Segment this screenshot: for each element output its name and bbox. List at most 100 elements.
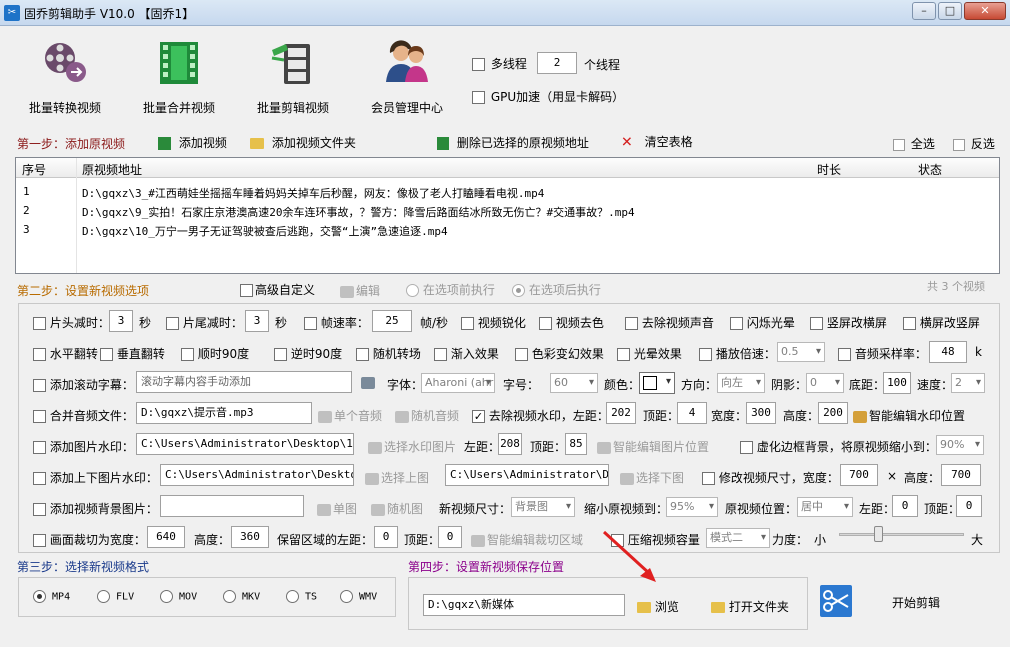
format-radio-mov[interactable]: MOV [160,590,197,603]
bg-img-checkbox[interactable]: 添加视频背景图片： [33,500,158,517]
remove-watermark-checkbox[interactable]: ✓ 去除视频水印，左距： [472,407,609,424]
wm-left-input[interactable]: 202 [606,402,636,424]
choose-bottom-button[interactable]: 选择下图 [620,469,684,486]
batch-convert-button[interactable]: 批量转换视频 [10,38,120,118]
color-change-checkbox[interactable]: 色彩变幻效果 [515,345,604,362]
img-top-input[interactable]: 85 [565,433,587,455]
merge-audio-checkbox[interactable]: 合并音频文件： [33,407,134,424]
color-picker[interactable]: ▾ [639,372,675,394]
maximize-button[interactable]: □ [938,2,962,20]
speed-checkbox[interactable]: 播放倍速： [699,345,776,362]
head-cut-checkbox[interactable]: 片头减时： [33,314,110,331]
choose-top-button[interactable]: 选择上图 [365,469,429,486]
blur-border-checkbox[interactable]: 虚化边框背景，将原视频缩小到： [740,438,937,455]
speed-select[interactable]: 0.5 [777,342,825,362]
sample-rate-checkbox[interactable]: 音频采样率： [838,345,927,362]
resize-height-input[interactable]: 700 [941,464,981,486]
sample-rate-input[interactable]: 48 [929,341,967,363]
sharpen-checkbox[interactable]: 视频锐化 [461,314,526,331]
batch-edit-button[interactable]: 批量剪辑视频 [238,38,348,118]
choose-wm-img-button[interactable]: 选择水印图片 [368,438,456,455]
crop-checkbox[interactable]: 画面裁切为宽度： [33,531,146,548]
decolor-checkbox[interactable]: 视频去色 [539,314,604,331]
format-radio-ts[interactable]: TS [286,590,317,603]
wm-height-input[interactable]: 200 [818,402,848,424]
h2v-checkbox[interactable]: 横屏改竖屏 [903,314,980,331]
batch-merge-button[interactable]: 批量合并视频 [124,38,234,118]
bg-img-path-input[interactable] [160,495,304,517]
keep-left-input[interactable]: 0 [374,526,398,548]
select-all-button[interactable]: 全选 [893,135,935,152]
single-audio-button[interactable]: 单个音频 [318,407,382,424]
direction-select[interactable]: 向左 [717,373,765,393]
audio-path-input[interactable]: D:\gqxz\提示音.mp3 [136,402,312,424]
head-cut-input[interactable]: 3 [109,310,133,332]
smart-img-button[interactable]: 智能编辑图片位置 [597,438,709,455]
table-row[interactable]: 3 D:\gqxz\10_万宁一男子无证驾驶被查后逃跑，交警“上演”急速追逐.m… [16,220,999,239]
thread-count-input[interactable]: 2 [537,52,577,74]
fade-in-checkbox[interactable]: 渐入效果 [434,345,499,362]
add-video-button[interactable]: 添加视频 [158,134,227,151]
delete-selected-button[interactable]: 删除已选择的原视频地址 [437,134,589,151]
cw90-checkbox[interactable]: 顺时90度 [181,345,249,362]
top-bottom-wm-checkbox[interactable]: 添加上下图片水印： [33,469,158,486]
v2h-checkbox[interactable]: 竖屏改横屏 [810,314,887,331]
halo-checkbox[interactable]: 光晕效果 [617,345,682,362]
add-folder-button[interactable]: 添加视频文件夹 [250,134,356,151]
close-button[interactable]: ✕ [964,2,1006,20]
smart-crop-button[interactable]: 智能编辑裁切区域 [471,531,583,548]
tail-cut-input[interactable]: 3 [245,310,269,332]
keep-top-input[interactable]: 0 [438,526,462,548]
minimize-button[interactable]: – [912,2,936,20]
vflip-checkbox[interactable]: 垂直翻转 [100,345,165,362]
bg-top-input[interactable]: 0 [956,495,982,517]
new-size-select[interactable]: 背景图 [511,497,575,517]
scroll-speed-select[interactable]: 2 [951,373,985,393]
shrink-select[interactable]: 95% [666,497,718,517]
remove-audio-checkbox[interactable]: 去除视频声音 [625,314,714,331]
bottom-img-path-input[interactable]: C:\Users\Administrator\Desk [445,464,609,486]
member-center-button[interactable]: 会员管理中心 [352,38,462,118]
subtitle-settings-icon[interactable] [361,375,377,389]
start-button[interactable]: 开始剪辑 [892,594,940,611]
img-left-input[interactable]: 208 [498,433,522,455]
wm-width-input[interactable]: 300 [746,402,776,424]
clear-table-button[interactable]: ✕ 清空表格 [621,133,693,151]
wm-top-input[interactable]: 4 [677,402,707,424]
edit-button[interactable]: 编辑 [340,282,380,299]
format-radio-mkv[interactable]: MKV [223,590,260,603]
random-img-button[interactable]: 随机图 [371,500,423,517]
table-row[interactable]: 1 D:\gqxz\3_#江西萌娃坐摇摇车睡着妈妈关掉车后秒醒，网友：像极了老人… [16,182,999,201]
ccw90-checkbox[interactable]: 逆时90度 [274,345,342,362]
multithread-checkbox[interactable]: 多线程 [472,55,527,72]
bg-left-input[interactable]: 0 [892,495,918,517]
gpu-checkbox[interactable]: GPU加速（用显卡解码） [472,88,624,105]
size-select[interactable]: 60 [550,373,598,393]
video-table[interactable]: 序号 原视频地址 时长 状态 1 D:\gqxz\3_#江西萌娃坐摇摇车睡着妈妈… [15,157,1000,274]
open-folder-button[interactable]: 打开文件夹 [711,598,789,615]
shadow-select[interactable]: 0 [806,373,844,393]
strength-slider[interactable] [839,524,964,544]
after-exec-radio[interactable]: 在选项后执行 [512,281,601,298]
browse-button[interactable]: 浏览 [637,598,679,615]
resize-checkbox[interactable]: 修改视频尺寸，宽度： [702,469,839,486]
crop-height-input[interactable]: 360 [231,526,269,548]
random-audio-button[interactable]: 随机音频 [395,407,459,424]
table-row[interactable]: 2 D:\gqxz\9_实拍！石家庄京港澳高速20余车连环事故，？警方：降雪后路… [16,201,999,220]
compress-mode-select[interactable]: 模式二 [706,528,770,548]
framerate-checkbox[interactable]: 帧速率： [304,314,369,331]
format-radio-wmv[interactable]: WMV [340,590,377,603]
position-select[interactable]: 居中 [797,497,853,517]
start-scissors-icon[interactable] [820,585,852,617]
font-select[interactable]: Aharoni (ahr [421,373,495,393]
tail-cut-checkbox[interactable]: 片尾减时： [166,314,243,331]
bottom-input[interactable]: 100 [883,372,911,394]
format-radio-flv[interactable]: FLV [97,590,134,603]
flash-checkbox[interactable]: 闪烁光晕 [730,314,795,331]
advanced-checkbox[interactable]: 高级自定义 [240,281,315,298]
save-path-input[interactable]: D:\gqxz\新媒体 [423,594,625,616]
invert-button[interactable]: 反选 [953,135,995,152]
scroll-sub-checkbox[interactable]: 添加滚动字幕： [33,376,134,393]
blur-select[interactable]: 90% [936,435,984,455]
framerate-input[interactable]: 25 [372,310,412,332]
